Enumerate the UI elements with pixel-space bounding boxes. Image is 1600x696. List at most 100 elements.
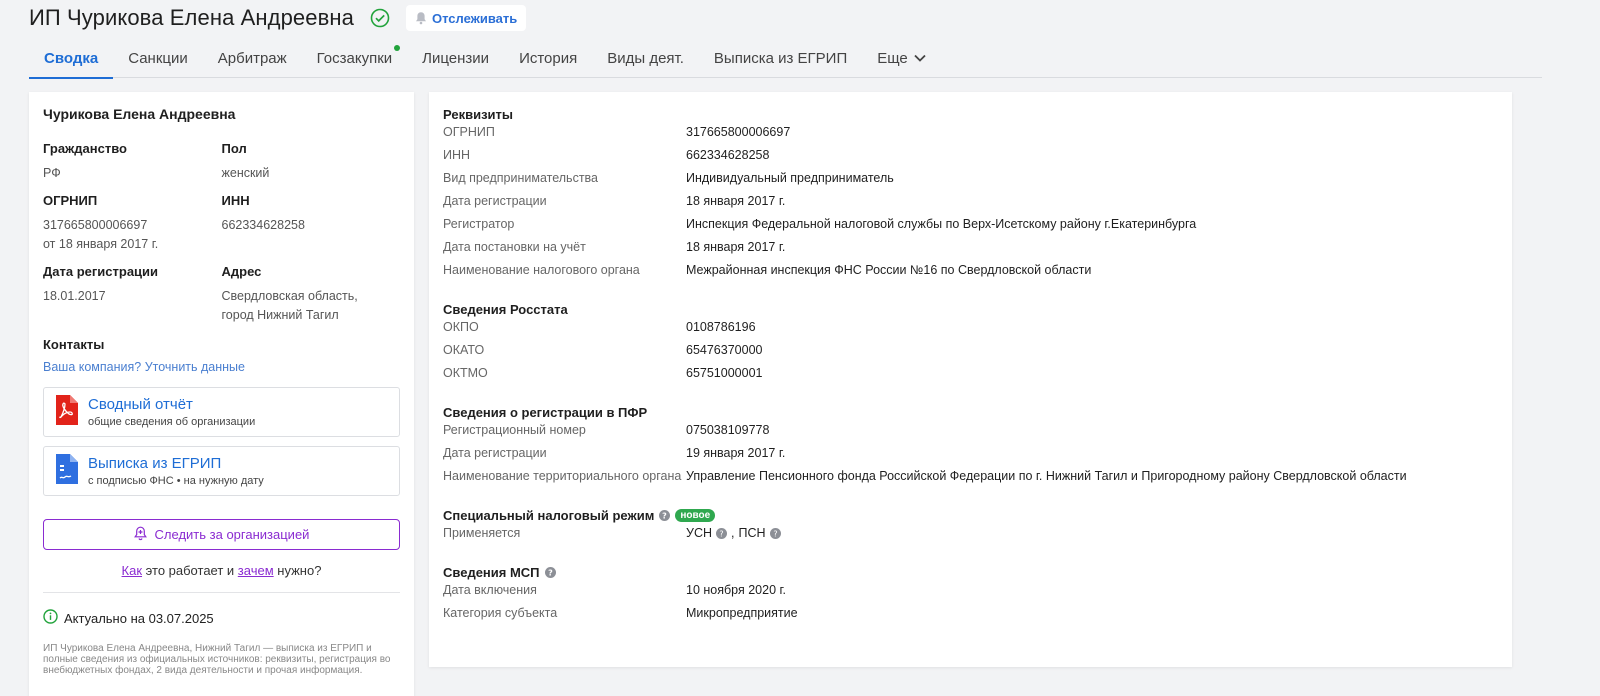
table-row: ОКАТО 65476370000 <box>443 341 1498 364</box>
section-title: Специальный налоговый режим ? новое <box>443 506 1498 524</box>
row-value: Микропредприятие <box>686 606 798 620</box>
ogrnip-value: 317665800006697 <box>43 218 148 232</box>
row-value: 65476370000 <box>686 343 763 357</box>
tab-history[interactable]: История <box>504 38 592 78</box>
help-icon[interactable]: ? <box>769 527 781 539</box>
info-row: Гражданство РФ Пол женский <box>43 141 400 183</box>
tab-label: Лицензии <box>422 49 490 67</box>
divider <box>43 592 400 593</box>
svg-text:?: ? <box>662 511 667 520</box>
row-value: 317665800006697 <box>686 125 791 139</box>
page-title: ИП Чурикова Елена Андреевна <box>29 5 354 30</box>
tab-label: Госзакупки <box>316 49 393 67</box>
how-link[interactable]: Как <box>122 563 143 578</box>
row-value: 19 января 2017 г. <box>686 446 786 460</box>
how-text: это работает и <box>142 563 238 578</box>
row-key: ОКПО <box>443 320 479 334</box>
tax-psn: ПСН <box>738 526 766 540</box>
bell-plus-icon <box>133 526 147 544</box>
track-button-label: Отслеживать <box>431 10 518 26</box>
follow-button-label: Следить за организацией <box>154 527 310 542</box>
table-row: ОКТМО 65751000001 <box>443 364 1498 387</box>
contacts-label: Контакты <box>43 337 105 352</box>
tab-more[interactable]: Еще <box>862 38 941 78</box>
tax-title: Специальный налоговый режим <box>443 507 655 523</box>
row-value: 10 ноября 2020 г. <box>686 583 786 597</box>
msp-section: Сведения МСП ? Дата включения 10 ноября 2… <box>443 563 1498 627</box>
row-key: Дата включения <box>443 583 537 597</box>
company-description: ИП Чурикова Елена Андреевна, Нижний Таги… <box>43 643 391 676</box>
tab-bar: Сводка Санкции Арбитраж Госзакупки Лицен… <box>29 38 1542 79</box>
help-icon[interactable]: ? <box>716 527 727 539</box>
verified-check-icon <box>370 8 390 28</box>
citizenship-value: РФ <box>43 166 61 180</box>
tab-licenses[interactable]: Лицензии <box>407 38 504 78</box>
rosstat-section: Сведения Росстата ОКПО 0108786196 ОКАТО 654… <box>443 300 1498 387</box>
help-icon[interactable]: ? <box>659 509 671 521</box>
row-key: Дата постановки на учёт <box>443 240 586 254</box>
row-key: ИНН <box>443 148 471 162</box>
tab-summary[interactable]: Сводка <box>29 38 114 79</box>
table-row: Наименование налогового органа Межрайонна… <box>443 261 1498 284</box>
new-indicator-dot <box>394 45 401 51</box>
summary-report-button[interactable]: Сводный отчёт общие сведения об организа… <box>43 387 400 437</box>
document-icon <box>54 453 78 489</box>
table-row: Дата включения 10 ноября 2020 г. <box>443 581 1498 604</box>
row-value: 0108786196 <box>686 320 756 334</box>
row-value: УСН ?, ПСН ? <box>686 526 781 540</box>
svg-text:?: ? <box>719 529 723 538</box>
tab-activities[interactable]: Виды деят. <box>592 38 699 78</box>
row-key: Категория субъекта <box>443 606 558 620</box>
follow-organization-button[interactable]: Следить за организацией <box>43 519 400 550</box>
track-button[interactable]: Отслеживать <box>405 5 527 31</box>
summary-card: Чурикова Елена Андреевна Гражданство РФ … <box>29 92 414 696</box>
egrip-extract-button[interactable]: Выписка из ЕГРИП с подписью ФНС • на нуж… <box>43 446 400 496</box>
msp-title: Сведения МСП <box>443 564 540 580</box>
info-row: Дата регистрации 18.01.2017 Адрес Свердл… <box>43 264 400 325</box>
table-row: Вид предпринимательства Индивидуальный пр… <box>443 169 1498 192</box>
chevron-down-icon <box>914 54 926 62</box>
why-link[interactable]: зачем <box>238 563 274 578</box>
contacts-link[interactable]: Ваша компания? Уточнить данные <box>43 360 400 374</box>
row-value: Управление Пенсионного фонда Российской … <box>686 469 1407 483</box>
details-card: Реквизиты ОГРНИП 317665800006697 ИНН 662334… <box>429 92 1512 667</box>
row-value: 18 января 2017 г. <box>686 240 786 254</box>
row-key: Наименование территориального органа <box>443 469 682 483</box>
comma: , <box>731 526 735 540</box>
table-row: Регистратор Инспекция Федеральной налогов… <box>443 215 1498 238</box>
help-icon[interactable]: ? <box>544 566 556 578</box>
section-title: Сведения МСП ? <box>443 563 1498 581</box>
tab-label: Сводка <box>44 49 99 67</box>
tab-label: Арбитраж <box>217 49 287 67</box>
row-value: 662334628258 <box>686 148 770 162</box>
section-title: Реквизиты <box>443 106 513 122</box>
table-row: Дата постановки на учёт 18 января 2017 г. <box>443 238 1498 261</box>
row-key: Вид предпринимательства <box>443 171 598 185</box>
how-text: нужно? <box>273 563 322 578</box>
how-it-works-text: Как это работает и зачем нужно? <box>43 563 400 578</box>
section-title: Сведения о регистрации в ПФР <box>443 404 648 420</box>
tab-label: Еще <box>877 49 908 67</box>
row-value: Межрайонная инспекция ФНС России №16 по … <box>686 263 1092 277</box>
row-value: Индивидуальный предприниматель <box>686 171 894 185</box>
report-title: Сводный отчёт <box>88 396 193 413</box>
pfr-section: Сведения о регистрации в ПФР Регистрацио… <box>443 403 1498 490</box>
row-key: Наименование налогового органа <box>443 263 640 277</box>
tab-arbitration[interactable]: Арбитраж <box>203 38 302 78</box>
row-key: Дата регистрации <box>443 194 547 208</box>
tab-label: Виды деят. <box>607 49 684 67</box>
table-row: Наименование территориального органа Упра… <box>443 467 1498 490</box>
table-row: Регистрационный номер 075038109778 <box>443 421 1498 444</box>
requisites-section: Реквизиты ОГРНИП 317665800006697 ИНН 662334… <box>443 105 1498 284</box>
actual-date-text: Актуально на 03.07.2025 <box>64 610 214 626</box>
pdf-icon <box>54 394 78 430</box>
bell-icon <box>415 11 427 25</box>
svg-text:?: ? <box>548 568 553 577</box>
info-icon <box>43 609 58 627</box>
tab-egrip-extract[interactable]: Выписка из ЕГРИП <box>699 38 862 78</box>
tab-procurement[interactable]: Госзакупки <box>302 38 407 78</box>
table-row: Дата регистрации 19 января 2017 г. <box>443 444 1498 467</box>
egrip-subtitle: с подписью ФНС • на нужную дату <box>88 475 264 487</box>
tab-sanctions[interactable]: Санкции <box>113 38 203 78</box>
tab-label: История <box>519 49 578 67</box>
